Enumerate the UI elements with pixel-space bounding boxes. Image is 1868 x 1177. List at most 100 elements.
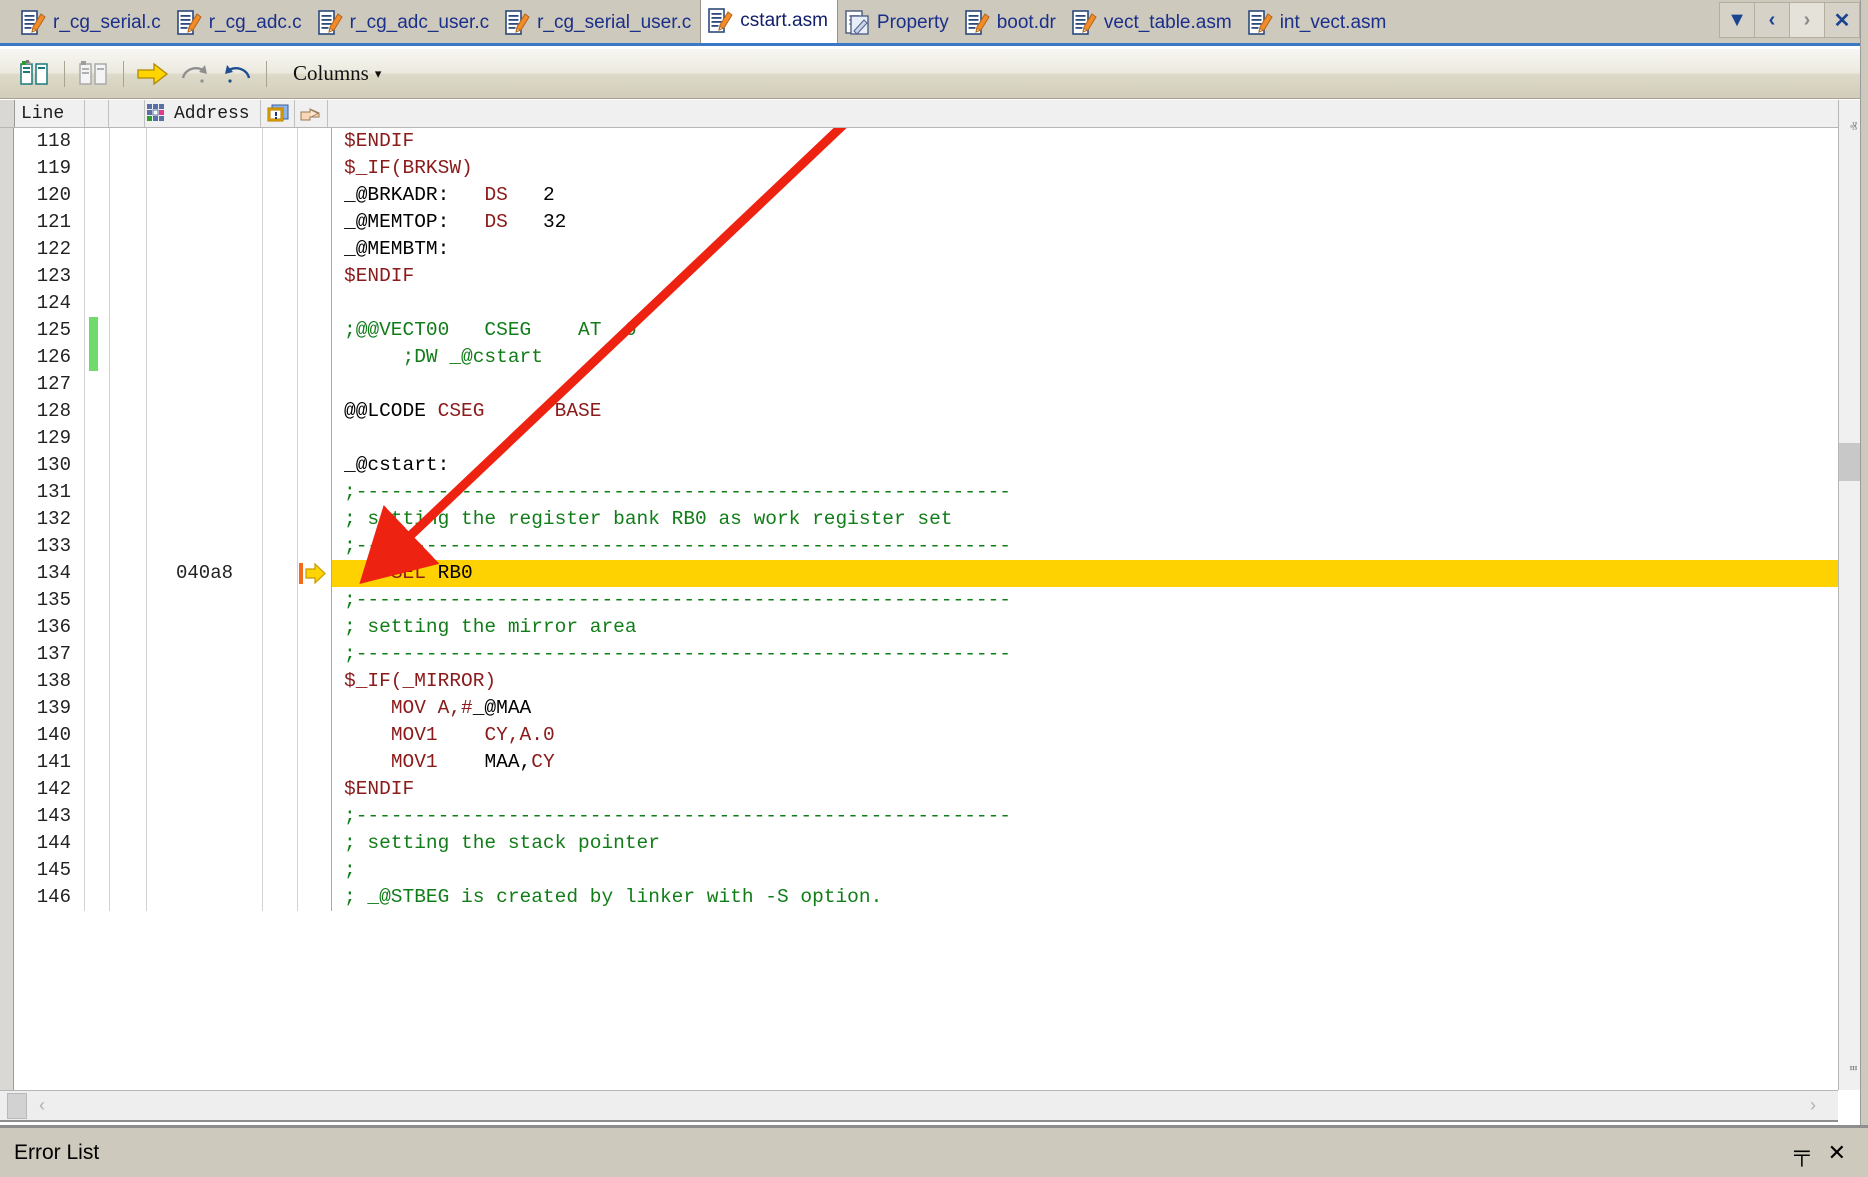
breakpoint-gutter[interactable] — [110, 182, 147, 209]
event-gutter[interactable] — [263, 155, 298, 182]
source-text[interactable]: ;---------------------------------------… — [332, 533, 1868, 560]
source-text[interactable]: $_IF(_MIRROR) — [332, 668, 1868, 695]
source-text[interactable]: MOV1 CY,A.0 — [332, 722, 1868, 749]
pc-gutter[interactable] — [298, 857, 332, 884]
tab-int-vect-asm[interactable]: int_vect.asm — [1241, 3, 1396, 43]
code-row[interactable]: 137 ;------------------------------------… — [15, 641, 1868, 668]
breakpoint-gutter[interactable] — [110, 857, 147, 884]
source-text[interactable]: MOV A,#_@MAA — [332, 695, 1868, 722]
breakpoint-gutter[interactable] — [110, 668, 147, 695]
tab-cstart-asm[interactable]: cstart.asm — [700, 0, 838, 43]
col-header-bp[interactable] — [109, 100, 145, 127]
event-gutter[interactable] — [263, 641, 298, 668]
code-row[interactable]: 143 ;------------------------------------… — [15, 803, 1868, 830]
col-header-event[interactable] — [261, 100, 295, 127]
event-gutter[interactable] — [263, 695, 298, 722]
source-text[interactable]: ;DW _@cstart — [332, 344, 1868, 371]
pc-gutter[interactable] — [298, 290, 332, 317]
source-text[interactable]: ;---------------------------------------… — [332, 803, 1868, 830]
pc-gutter[interactable] — [298, 452, 332, 479]
pc-gutter[interactable] — [298, 614, 332, 641]
code-row[interactable]: 129 — [15, 425, 1868, 452]
col-header-address[interactable]: Address — [145, 100, 261, 127]
code-row[interactable]: 134 040a8 SEL RB0 — [15, 560, 1868, 587]
breakpoint-gutter[interactable] — [110, 236, 147, 263]
breakpoint-gutter[interactable] — [110, 560, 147, 587]
breakpoint-gutter[interactable] — [110, 533, 147, 560]
event-gutter[interactable] — [263, 263, 298, 290]
tab-vect-table-asm[interactable]: vect_table.asm — [1065, 3, 1241, 43]
code-row[interactable]: 139 MOV A,#_@MAA — [15, 695, 1868, 722]
pc-gutter[interactable] — [298, 128, 332, 155]
event-gutter[interactable] — [263, 182, 298, 209]
breakpoint-gutter[interactable] — [110, 722, 147, 749]
event-gutter[interactable] — [263, 317, 298, 344]
event-gutter[interactable] — [263, 479, 298, 506]
tab-list-dropdown[interactable]: ▼ — [1719, 2, 1754, 38]
pc-gutter[interactable] — [298, 479, 332, 506]
source-mode-button[interactable] — [73, 54, 115, 94]
source-text[interactable]: ; setting the mirror area — [332, 614, 1868, 641]
code-row[interactable]: 121 _@MEMTOP: DS 32 — [15, 209, 1868, 236]
code-row[interactable]: 141 MOV1 MAA,CY — [15, 749, 1868, 776]
breakpoint-gutter[interactable] — [110, 263, 147, 290]
event-gutter[interactable] — [263, 749, 298, 776]
breakpoint-gutter[interactable] — [110, 641, 147, 668]
pc-gutter[interactable] — [298, 749, 332, 776]
tab-next[interactable]: › — [1789, 2, 1824, 38]
code-row[interactable]: 130 _@cstart: — [15, 452, 1868, 479]
source-text[interactable]: ;---------------------------------------… — [332, 587, 1868, 614]
event-gutter[interactable] — [263, 209, 298, 236]
step-back-button[interactable] — [216, 54, 258, 94]
mixed-mode-button[interactable] — [14, 54, 56, 94]
scroll-right-arrow[interactable]: › — [1810, 1095, 1816, 1116]
pc-gutter[interactable] — [298, 209, 332, 236]
breakpoint-gutter[interactable] — [110, 884, 147, 911]
disassembly-source-view[interactable]: 118 $ENDIF 119 $_IF(BRKSW) 120 _@BRKADR: DS 2… — [0, 128, 1868, 1090]
breakpoint-gutter[interactable] — [110, 695, 147, 722]
event-gutter[interactable] — [263, 236, 298, 263]
breakpoint-gutter[interactable] — [110, 317, 147, 344]
event-gutter[interactable] — [263, 290, 298, 317]
close-icon[interactable]: ✕ — [1828, 1141, 1846, 1164]
pin-icon[interactable]: ╤ — [1794, 1141, 1810, 1164]
pc-gutter[interactable] — [298, 587, 332, 614]
breakpoint-gutter[interactable] — [110, 749, 147, 776]
col-header-pc[interactable] — [295, 100, 328, 127]
event-gutter[interactable] — [263, 128, 298, 155]
pc-gutter[interactable] — [298, 803, 332, 830]
col-header-mark[interactable] — [85, 100, 109, 127]
breakpoint-gutter[interactable] — [110, 803, 147, 830]
pc-gutter[interactable] — [298, 668, 332, 695]
tab-r-cg-serial-user-c[interactable]: r_cg_serial_user.c — [498, 3, 700, 43]
source-text[interactable]: ; setting the register bank RB0 as work … — [332, 506, 1868, 533]
breakpoint-gutter[interactable] — [110, 776, 147, 803]
breakpoint-gutter[interactable] — [110, 128, 147, 155]
code-row[interactable]: 144 ; setting the stack pointer — [15, 830, 1868, 857]
horizontal-scrollbar[interactable]: ‹ › — [0, 1090, 1838, 1122]
code-row[interactable]: 138 $_IF(_MIRROR) — [15, 668, 1868, 695]
code-row[interactable]: 127 — [15, 371, 1868, 398]
current-line-source[interactable]: SEL RB0 — [332, 560, 1868, 587]
breakpoint-gutter[interactable] — [110, 479, 147, 506]
breakpoint-gutter[interactable] — [110, 452, 147, 479]
scroll-left-arrow[interactable]: ‹ — [39, 1095, 45, 1116]
code-row[interactable]: 133 ;------------------------------------… — [15, 533, 1868, 560]
source-text[interactable]: $_IF(BRKSW) — [332, 155, 1868, 182]
source-text[interactable]: _@BRKADR: DS 2 — [332, 182, 1868, 209]
breakpoint-gutter[interactable] — [110, 830, 147, 857]
pc-gutter[interactable] — [298, 425, 332, 452]
breakpoint-gutter[interactable] — [110, 425, 147, 452]
go-to-pc-button[interactable] — [132, 54, 174, 94]
pc-gutter[interactable] — [298, 155, 332, 182]
pc-gutter[interactable] — [298, 236, 332, 263]
code-row[interactable]: 120 _@BRKADR: DS 2 — [15, 182, 1868, 209]
pc-gutter[interactable] — [298, 317, 332, 344]
source-text[interactable]: ; setting the stack pointer — [332, 830, 1868, 857]
tab-property[interactable]: Property — [838, 3, 958, 43]
code-row[interactable]: 142 $ENDIF — [15, 776, 1868, 803]
breakpoint-gutter[interactable] — [110, 506, 147, 533]
breakpoint-gutter[interactable] — [110, 209, 147, 236]
event-gutter[interactable] — [263, 560, 298, 587]
code-row[interactable]: 123 $ENDIF — [15, 263, 1868, 290]
